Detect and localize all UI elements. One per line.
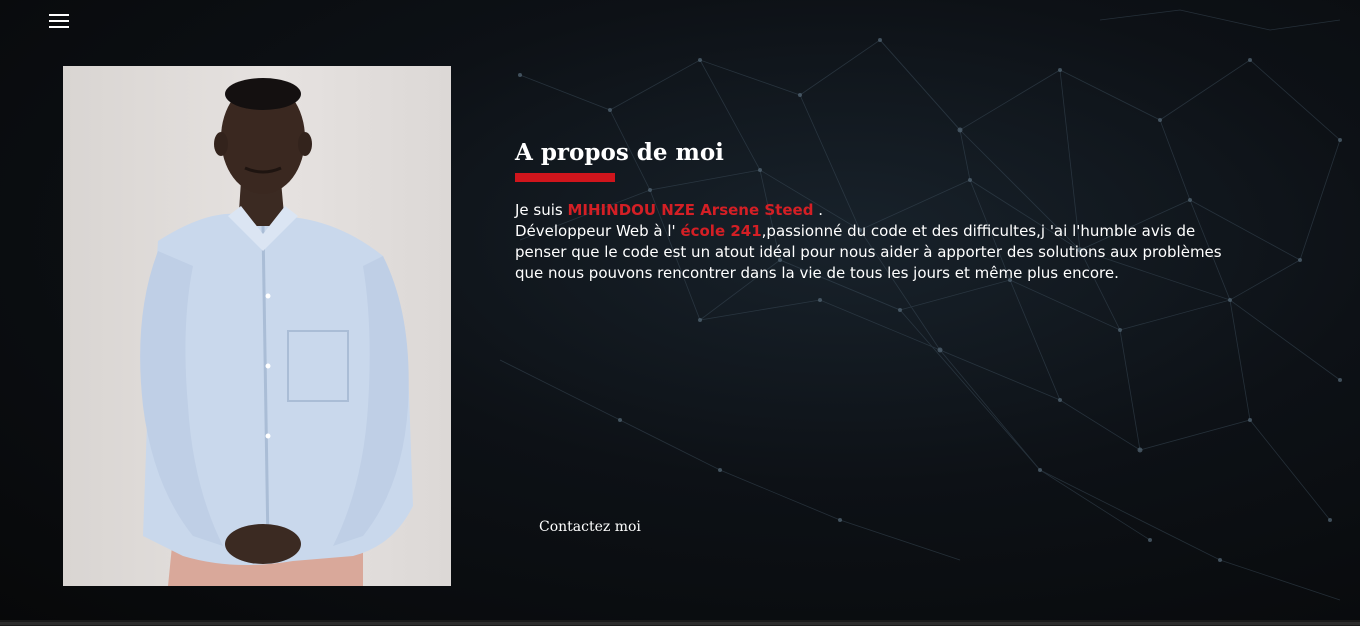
school-name: école 241 [680, 222, 762, 240]
about-title: A propos de moi [515, 139, 724, 166]
about-page: A propos de moi Je suis MIHINDOU NZE Ars… [0, 0, 1360, 626]
menu-line [49, 26, 69, 28]
about-description: Je suis MIHINDOU NZE Arsene Steed . Déve… [515, 200, 1235, 284]
portrait-illustration [140, 78, 413, 586]
title-underline [515, 173, 615, 182]
contact-button[interactable]: Contactez moi [530, 513, 650, 541]
role-prefix: Développeur Web à l' [515, 222, 681, 240]
scrollbar-thumb[interactable] [0, 622, 1360, 625]
author-name: MIHINDOU NZE Arsene Steed [567, 201, 814, 219]
horizontal-scrollbar[interactable] [0, 620, 1360, 626]
menu-line [49, 14, 69, 16]
intro-suffix: . [813, 201, 823, 219]
profile-photo [63, 66, 451, 586]
menu-line [49, 20, 69, 22]
about-section: A propos de moi Je suis MIHINDOU NZE Ars… [515, 138, 1235, 284]
hamburger-menu-icon[interactable] [49, 14, 69, 28]
intro-prefix: Je suis [515, 201, 568, 219]
